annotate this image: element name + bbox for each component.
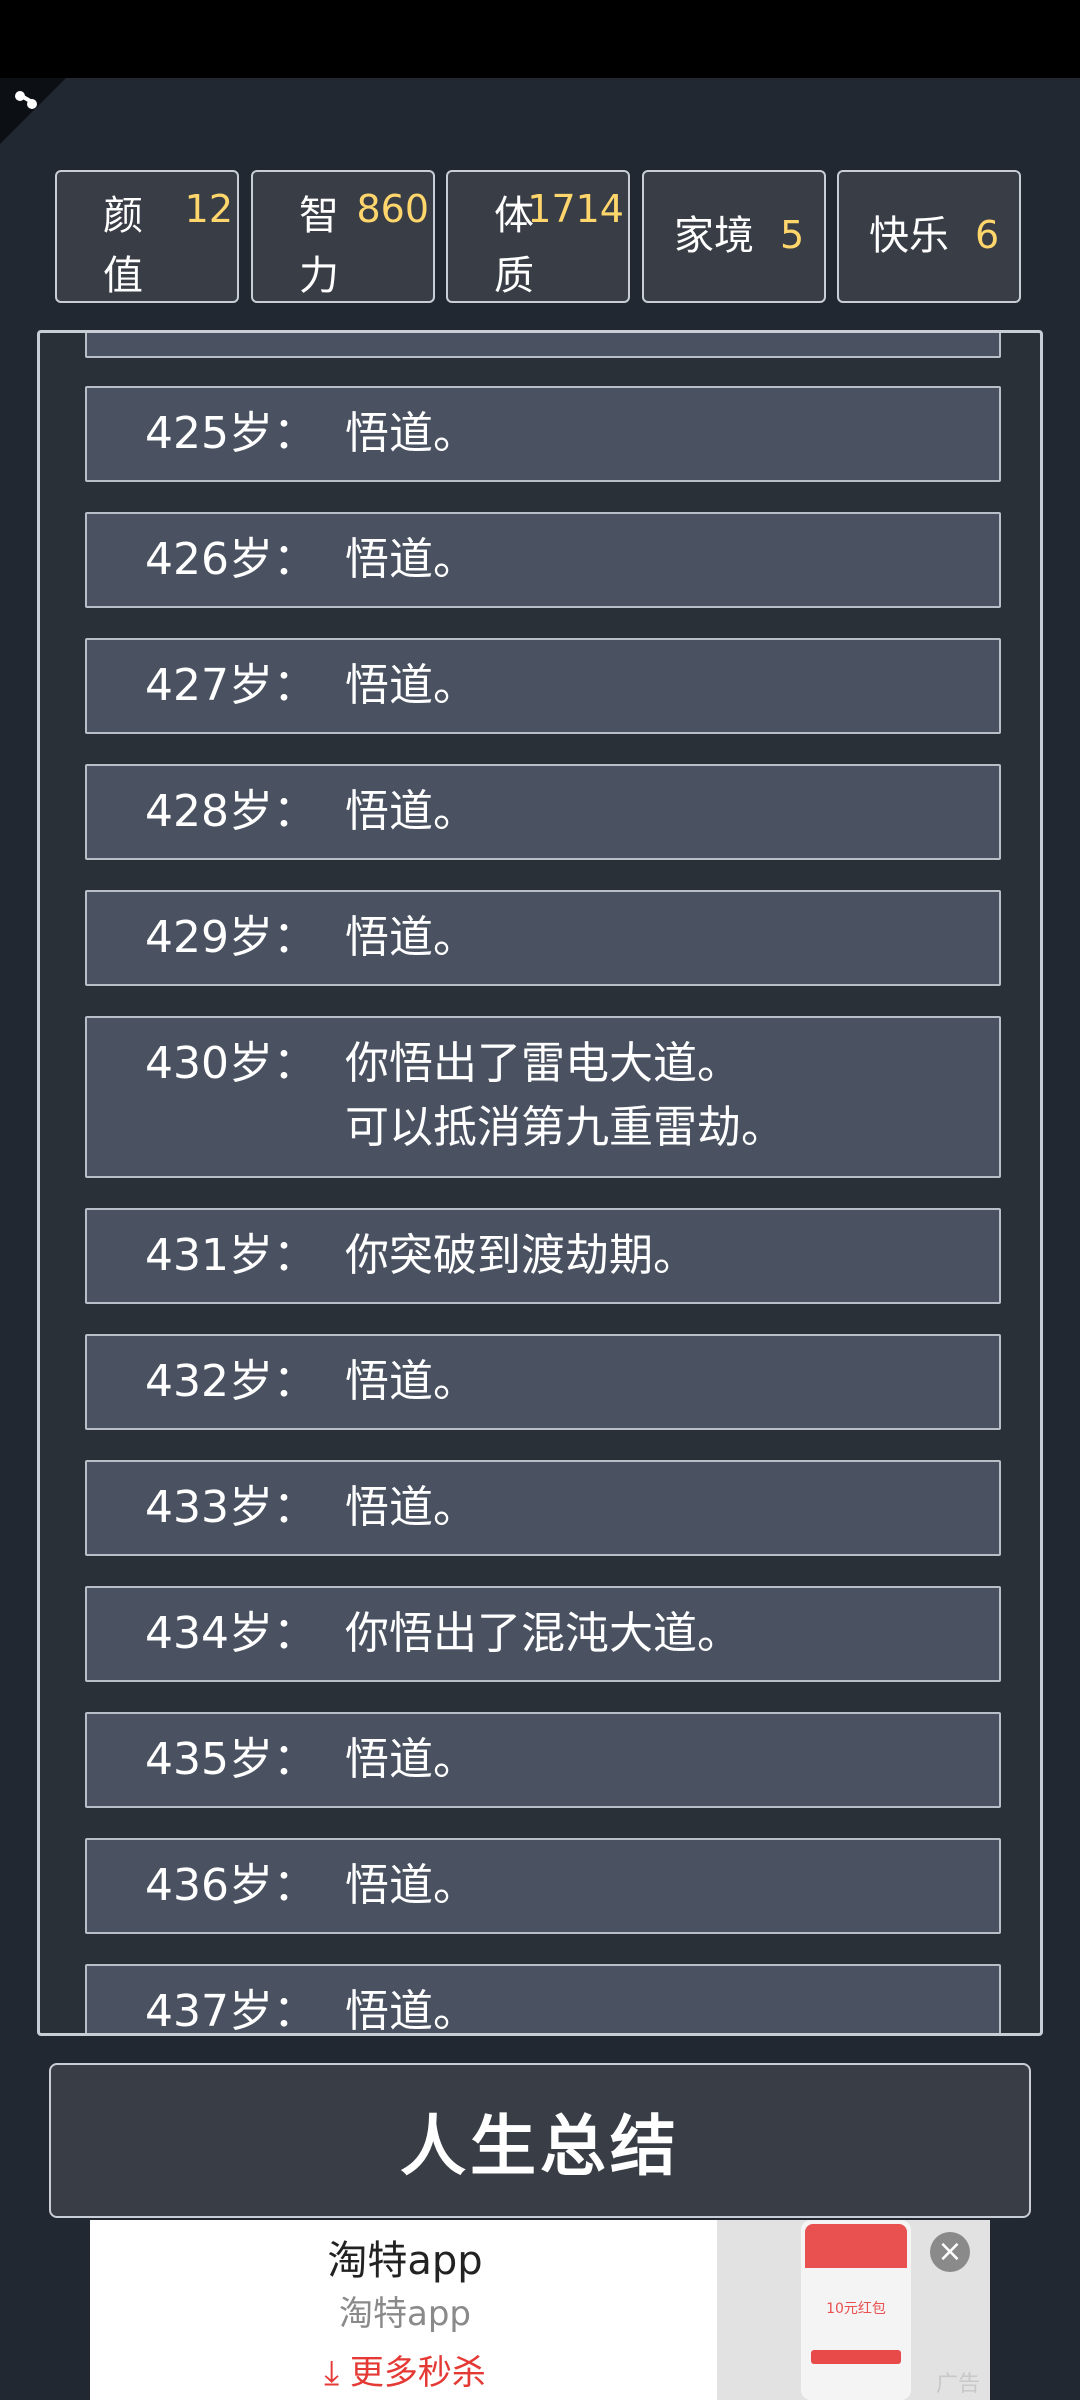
- ad-phone-header: [805, 2224, 907, 2268]
- log-age: 436岁：: [145, 1860, 317, 1911]
- ad-phone-button: [811, 2350, 901, 2364]
- ad-title[interactable]: 淘特app: [90, 2228, 720, 2286]
- log-row: 428岁： 悟道。: [85, 764, 1001, 860]
- stat-value: 5: [780, 213, 805, 257]
- log-text: 悟道。: [345, 1734, 477, 1785]
- log-row: 437岁： 悟道。: [85, 1964, 1001, 2036]
- close-icon[interactable]: ×: [930, 2232, 970, 2272]
- log-age: 427岁：: [145, 660, 317, 711]
- stat-constitution: 体质 1714: [446, 170, 630, 303]
- stat-label: 家境: [674, 213, 754, 259]
- ad-tag: 广告: [935, 2372, 980, 2397]
- ad-subtitle: 淘特app: [339, 2294, 471, 2334]
- log-age: 429岁：: [145, 912, 317, 963]
- log-text: 你悟出了雷电大道。 可以抵消第九重雷劫。: [345, 1038, 785, 1153]
- status-bar: [0, 0, 1080, 78]
- partial-log-row: [85, 333, 1001, 358]
- life-summary-button[interactable]: 人生总结: [49, 2063, 1031, 2218]
- stat-label: 智力: [299, 193, 339, 299]
- stat-label: 颜值: [103, 193, 143, 299]
- stat-value: 860: [356, 187, 429, 231]
- log-text: 悟道。: [345, 408, 477, 459]
- stat-value: 6: [975, 213, 1000, 257]
- ad-coupon-text: 10元红包: [826, 2301, 886, 2317]
- log-age: 434岁：: [145, 1608, 317, 1659]
- log-row: 425岁： 悟道。: [85, 386, 1001, 482]
- log-age: 430岁：: [145, 1038, 317, 1089]
- stat-label: 快乐: [869, 213, 949, 259]
- log-row: 430岁： 你悟出了雷电大道。 可以抵消第九重雷劫。: [85, 1016, 1001, 1178]
- log-row: 426岁： 悟道。: [85, 512, 1001, 608]
- log-row: 434岁： 你悟出了混沌大道。: [85, 1586, 1001, 1682]
- log-row: 429岁： 悟道。: [85, 890, 1001, 986]
- log-age: 431岁：: [145, 1230, 317, 1281]
- log-row: 435岁： 悟道。: [85, 1712, 1001, 1808]
- log-row: 431岁： 你突破到渡劫期。: [85, 1208, 1001, 1304]
- log-text: 悟道。: [345, 1356, 477, 1407]
- ad-phone-mockup: 10元红包: [801, 2220, 911, 2400]
- log-text: 悟道。: [345, 1860, 477, 1911]
- stat-appearance: 颜值 12: [55, 170, 239, 303]
- log-age: 426岁：: [145, 534, 317, 585]
- ad-cta-label: 更多秒杀: [349, 2353, 486, 2393]
- log-row: 433岁： 悟道。: [85, 1460, 1001, 1556]
- log-text: 悟道。: [345, 660, 477, 711]
- log-text: 悟道。: [345, 1986, 477, 2036]
- stat-family: 家境 5: [642, 170, 826, 303]
- ad-banner[interactable]: 淘特app 淘特app ⤓ 更多秒杀 10元红包 × 广告: [90, 2220, 990, 2400]
- attribute-stats: 颜值 12 智力 860 体质 1714 家境 5 快乐 6: [55, 170, 1025, 307]
- log-age: 432岁：: [145, 1356, 317, 1407]
- stat-value: 1714: [527, 187, 624, 231]
- log-age: 425岁：: [145, 408, 317, 459]
- stat-intelligence: 智力 860: [251, 170, 435, 303]
- log-row: 432岁： 悟道。: [85, 1334, 1001, 1430]
- log-row: 436岁： 悟道。: [85, 1838, 1001, 1934]
- log-age: 437岁：: [145, 1986, 317, 2036]
- corner-badge-icon: [0, 78, 66, 144]
- stat-happiness: 快乐 6: [837, 170, 1021, 303]
- ad-image[interactable]: 10元红包 × 广告: [717, 2220, 990, 2400]
- log-age: 428岁：: [145, 786, 317, 837]
- log-text: 悟道。: [345, 534, 477, 585]
- ad-cta-link[interactable]: ⤓ 更多秒杀: [90, 2345, 720, 2394]
- download-arrow-icon: ⤓: [324, 2353, 350, 2393]
- log-age: 433岁：: [145, 1482, 317, 1533]
- log-text: 你悟出了混沌大道。: [345, 1608, 741, 1659]
- log-age: 435岁：: [145, 1734, 317, 1785]
- stat-value: 12: [184, 187, 233, 231]
- log-text: 你突破到渡劫期。: [345, 1230, 697, 1281]
- life-log-panel[interactable]: 425岁： 悟道。 426岁： 悟道。 427岁： 悟道。 428岁： 悟道。 …: [37, 330, 1043, 2036]
- log-row: 427岁： 悟道。: [85, 638, 1001, 734]
- log-text: 悟道。: [345, 786, 477, 837]
- log-text: 悟道。: [345, 1482, 477, 1533]
- log-text: 悟道。: [345, 912, 477, 963]
